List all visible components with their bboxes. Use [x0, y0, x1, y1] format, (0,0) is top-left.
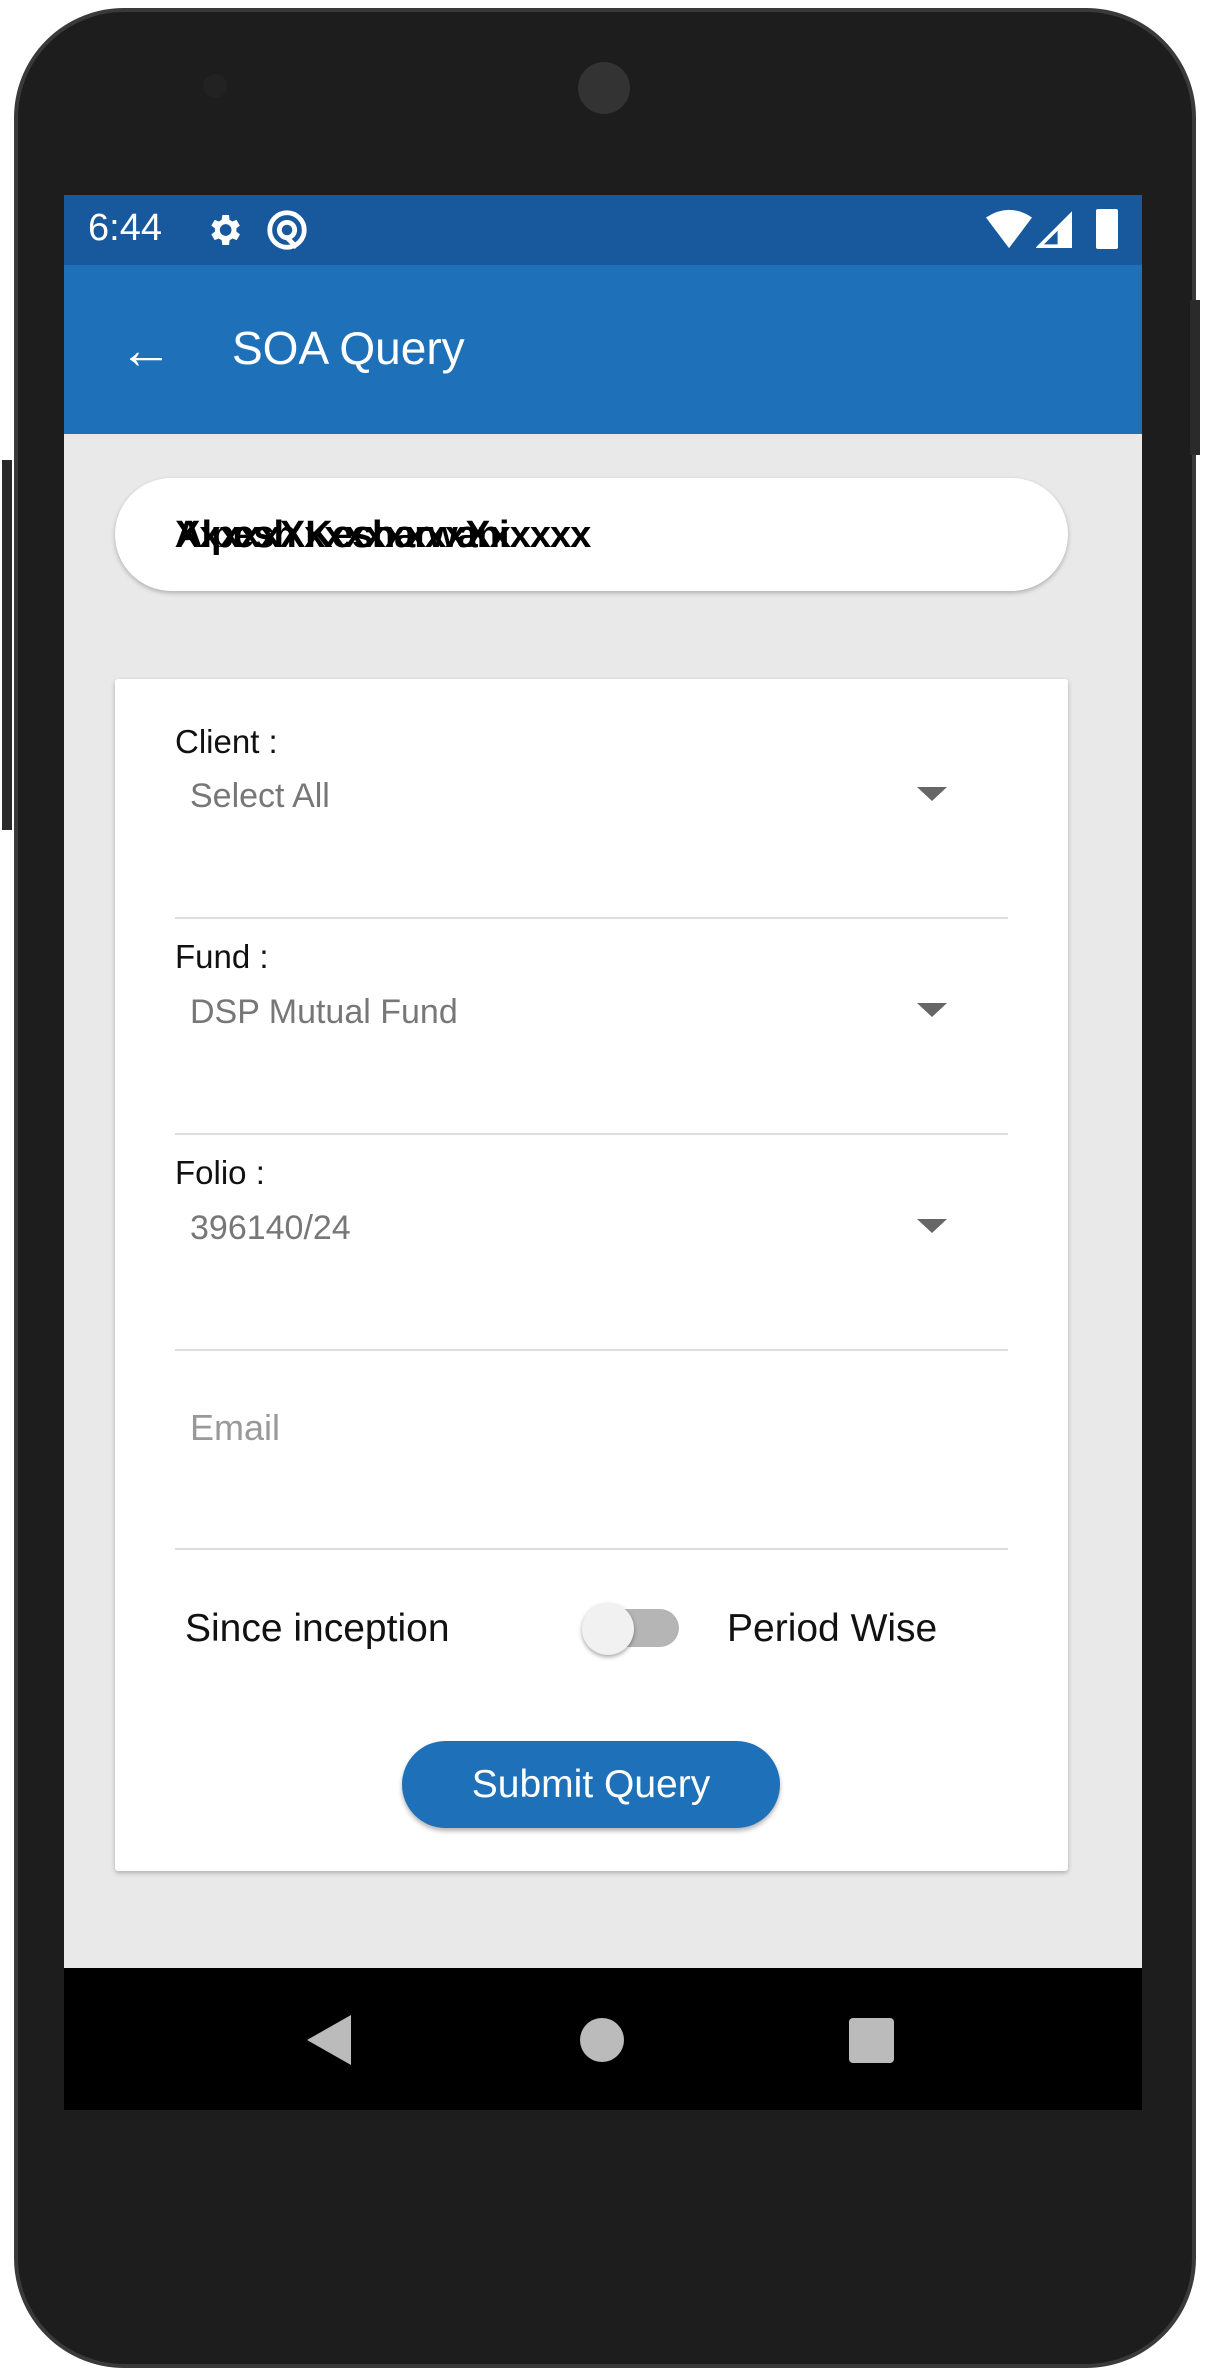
submit-query-button[interactable]: Submit Query: [402, 1741, 780, 1828]
home-circle-icon[interactable]: [580, 2018, 624, 2062]
page-title: SOA Query: [232, 322, 465, 374]
app-bar: ← SOA Query: [64, 265, 1142, 434]
email-underline: [175, 1548, 1008, 1550]
battery-icon: [1096, 209, 1118, 249]
folio-label: Folio :: [175, 1154, 265, 1191]
client-name-overlay-text: XxxxxXxxxxxxxxXxxxxx: [175, 514, 591, 556]
gear-icon: [211, 215, 240, 245]
recents-square-icon[interactable]: [849, 2018, 894, 2063]
since-inception-label: Since inception: [185, 1607, 450, 1650]
speaker: [578, 62, 630, 114]
toggle-knob[interactable]: [582, 1603, 634, 1655]
front-camera: [203, 74, 227, 98]
app-screen: 6:44 ← SOA Query Alpesh Kesharwani Xxxxx…: [64, 195, 1142, 2110]
divider: [175, 917, 1008, 919]
back-triangle-icon[interactable]: [307, 2015, 353, 2065]
arrow-left-icon[interactable]: ←: [119, 323, 173, 377]
signal-icon: [1036, 211, 1072, 248]
chevron-down-icon[interactable]: [917, 787, 947, 801]
fund-label: Fund :: [175, 938, 269, 975]
folio-value[interactable]: 396140/24: [190, 1209, 351, 1248]
period-wise-label: Period Wise: [727, 1607, 938, 1650]
side-button: [2, 460, 12, 830]
navigation-bar: [64, 1968, 1142, 2110]
client-name-field: Alpesh Kesharwani XxxxxXxxxxxxxxXxxxxx: [115, 478, 1068, 591]
client-value[interactable]: Select All: [190, 777, 330, 816]
chevron-down-icon[interactable]: [917, 1219, 947, 1233]
query-form-card: Client : Select All Fund : DSP Mutual Fu…: [115, 679, 1068, 1871]
wifi-icon: [986, 209, 1032, 249]
status-time: 6:44: [88, 207, 162, 249]
email-input[interactable]: Email: [190, 1407, 280, 1449]
divider: [175, 1349, 1008, 1351]
volume-button: [1190, 300, 1200, 455]
at-sign-icon: [267, 210, 307, 250]
status-bar: 6:44: [64, 195, 1142, 265]
client-label: Client :: [175, 723, 278, 760]
fund-value[interactable]: DSP Mutual Fund: [190, 993, 458, 1032]
chevron-down-icon[interactable]: [917, 1003, 947, 1017]
divider: [175, 1133, 1008, 1135]
